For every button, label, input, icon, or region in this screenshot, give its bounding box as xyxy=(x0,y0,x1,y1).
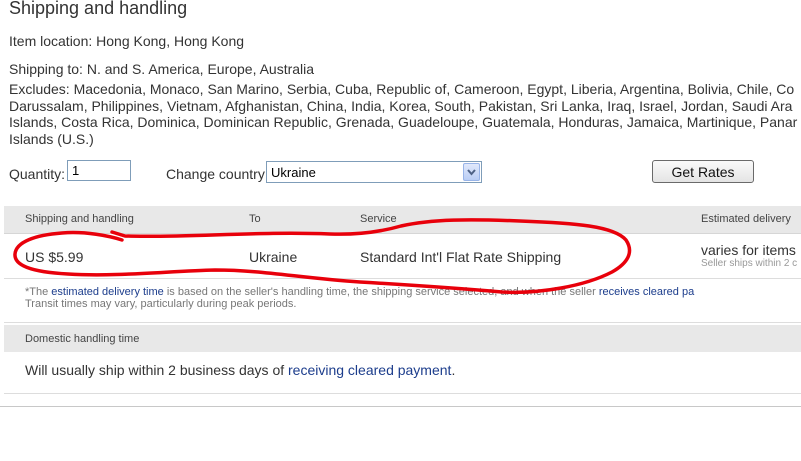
red-circle-annotation xyxy=(13,218,632,295)
